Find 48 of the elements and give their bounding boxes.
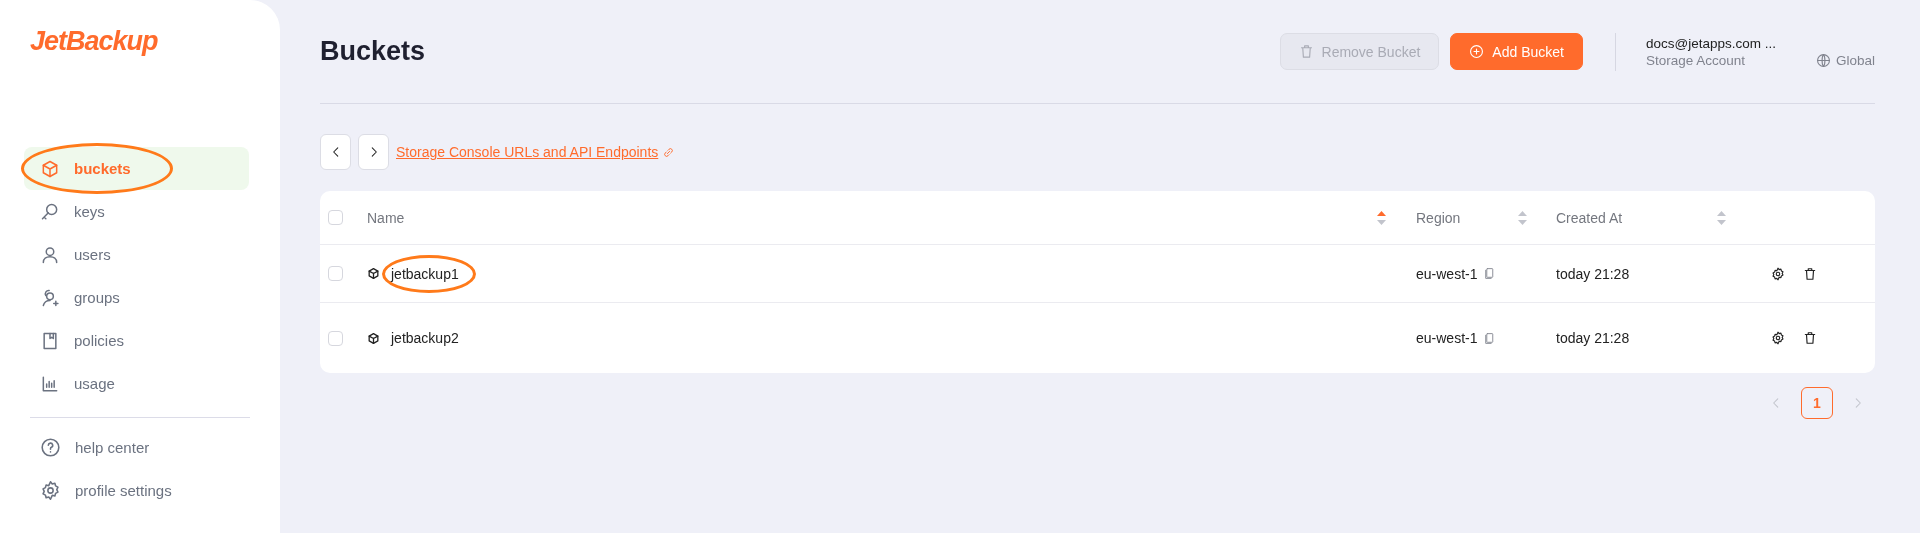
- bucket-name[interactable]: jetbackup2: [382, 319, 476, 357]
- row-checkbox[interactable]: [328, 266, 343, 281]
- book-icon: [40, 330, 60, 351]
- row-checkbox[interactable]: [328, 330, 343, 346]
- sort-icon[interactable]: [1717, 210, 1726, 225]
- endpoints-link[interactable]: Storage Console URLs and API Endpoints: [396, 144, 676, 160]
- column-header: Region: [1416, 209, 1461, 226]
- key-icon: [40, 201, 60, 222]
- settings-icon[interactable]: [1771, 331, 1785, 345]
- logo: JetBackup: [30, 26, 159, 58]
- account-type: Storage Account: [1645, 52, 1747, 68]
- trash-icon: [1298, 44, 1314, 59]
- sort-icon[interactable]: [1518, 210, 1527, 225]
- column-header: Name: [367, 209, 405, 226]
- trash-icon[interactable]: [1803, 266, 1817, 281]
- sidebar-item[interactable]: keys: [24, 190, 249, 233]
- cube-icon: [367, 267, 380, 280]
- select-all-checkbox[interactable]: [328, 210, 343, 225]
- region-cell: eu-west-1: [1416, 330, 1478, 346]
- globe-icon: [1815, 53, 1831, 68]
- column-header: Created At: [1556, 209, 1623, 226]
- sidebar-item[interactable]: policies: [24, 319, 249, 362]
- cube-icon: [367, 331, 380, 345]
- settings-icon[interactable]: [1771, 266, 1785, 281]
- sidebar-item[interactable]: profile settings: [24, 469, 249, 512]
- sidebar-item[interactable]: users: [24, 233, 249, 276]
- region-label: Global: [1835, 53, 1875, 68]
- page-title: Buckets: [320, 36, 427, 67]
- user-icon: [40, 244, 60, 265]
- sidebar-item[interactable]: groups: [24, 276, 249, 319]
- date-cell-text: today 21:28: [1556, 265, 1631, 282]
- sidebar-item[interactable]: help center: [24, 426, 249, 469]
- region-cell: eu-west-1: [1416, 265, 1478, 282]
- date-cell-text: today 21:28: [1556, 330, 1631, 346]
- plus-circle-icon: [1469, 44, 1485, 59]
- cube-icon: [40, 158, 60, 179]
- bucket-name[interactable]: jetbackup1: [382, 254, 476, 293]
- forward-button[interactable]: [358, 134, 389, 170]
- back-button[interactable]: [320, 134, 351, 170]
- sidebar-item[interactable]: usage: [24, 362, 249, 405]
- add-button[interactable]: Add Bucket: [1450, 33, 1583, 70]
- trash-icon[interactable]: [1803, 331, 1817, 345]
- sort-icon[interactable]: [1377, 210, 1386, 225]
- settings-icon: [40, 480, 61, 501]
- link-icon: [662, 145, 676, 159]
- help-icon: [40, 437, 61, 458]
- user-add-icon: [40, 287, 60, 308]
- account-email: docs@jetapps.com ...: [1645, 35, 1776, 51]
